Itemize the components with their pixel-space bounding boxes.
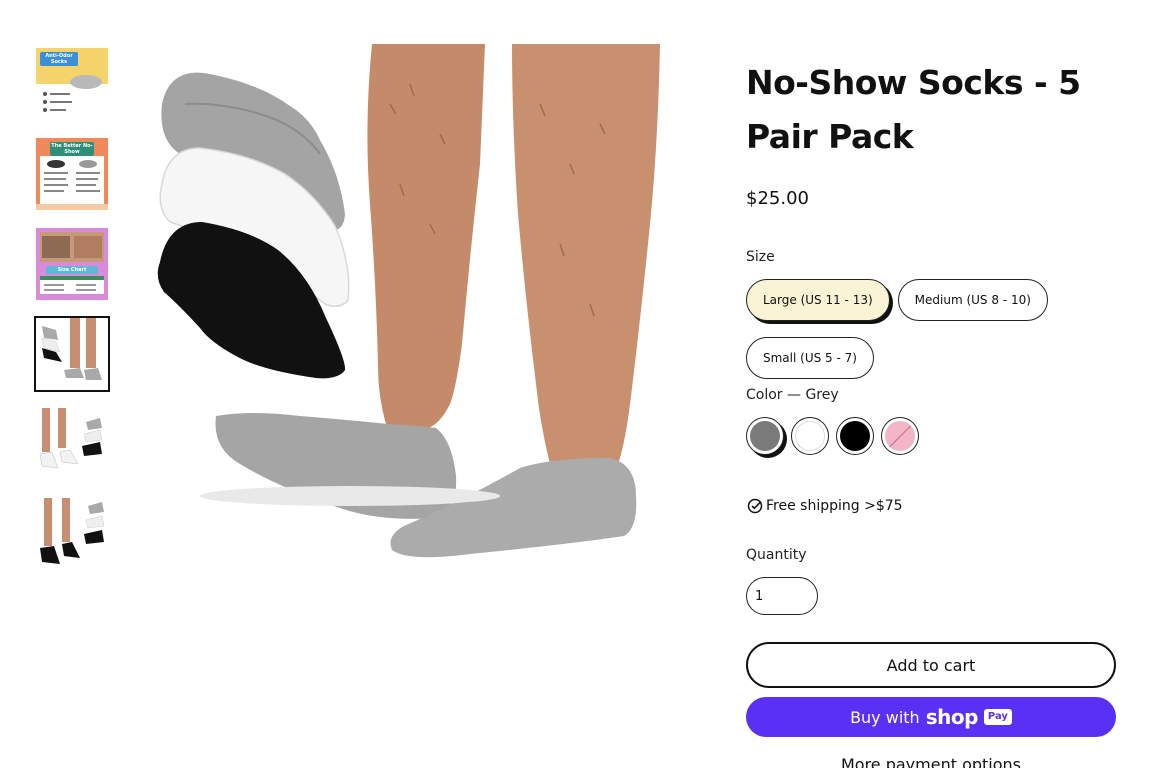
thumbnail-4[interactable] [34, 316, 110, 392]
add-to-cart-button[interactable]: Add to cart [746, 642, 1116, 688]
free-shipping-notice: Free shipping >$75 [746, 497, 1126, 515]
size-option-medium[interactable]: Medium (US 8 - 10) [897, 279, 1048, 321]
thumbnail-4-image [41, 318, 102, 380]
size-label: Size [746, 249, 775, 265]
free-shipping-text: Free shipping >$75 [766, 498, 903, 514]
quantity-label: Quantity [746, 547, 807, 563]
color-swatch-pink[interactable] [881, 417, 919, 455]
thumbnail-3[interactable]: Size Chart [36, 228, 108, 300]
buy-with-text: Buy with [850, 707, 920, 727]
shop-logo: shop [925, 705, 979, 729]
thumbnail-3-title: Size Chart [46, 266, 98, 274]
product-price: $25.00 [746, 188, 809, 209]
more-payment-options-link[interactable]: More payment options [746, 755, 1116, 768]
thumbnail-6-image [40, 498, 105, 564]
buy-with-shop-pay-button[interactable]: Buy with shop Pay [746, 697, 1116, 737]
thumbnail-gallery: Anti-Odor Socks The Better No-Show Size … [34, 48, 110, 588]
swatch-white-dot [795, 421, 825, 451]
thumbnail-2-image [36, 156, 108, 210]
size-option-large[interactable]: Large (US 11 - 13) [746, 279, 890, 321]
thumbnail-1-image [36, 75, 108, 120]
thumbnail-5-image [39, 408, 103, 469]
swatch-black-dot [840, 421, 870, 451]
color-swatch-grey[interactable] [746, 417, 784, 455]
thumbnail-3-image [40, 232, 104, 294]
thumbnail-2[interactable]: The Better No-Show [36, 138, 108, 210]
size-option-small[interactable]: Small (US 5 - 7) [746, 337, 874, 379]
color-swatch-white[interactable] [791, 417, 829, 455]
quantity-input[interactable] [746, 577, 818, 615]
thumbnail-5[interactable] [36, 408, 108, 480]
color-swatches [746, 417, 1126, 455]
thumbnail-1[interactable]: Anti-Odor Socks [36, 48, 108, 120]
product-title: No-Show Socks - 5 Pair Pack [746, 63, 1081, 156]
swatch-grey-dot [750, 421, 780, 451]
pay-logo: Pay [983, 709, 1012, 725]
size-options: Large (US 11 - 13) Medium (US 8 - 10) Sm… [746, 279, 1126, 379]
thumbnail-6[interactable] [36, 498, 108, 570]
check-circle-icon [747, 498, 763, 514]
main-product-image [157, 44, 660, 558]
color-swatch-black[interactable] [836, 417, 874, 455]
product-info: No-Show Socks - 5 Pair Pack $25.00 Size … [746, 56, 1126, 768]
color-label: Color — Grey [746, 387, 839, 403]
